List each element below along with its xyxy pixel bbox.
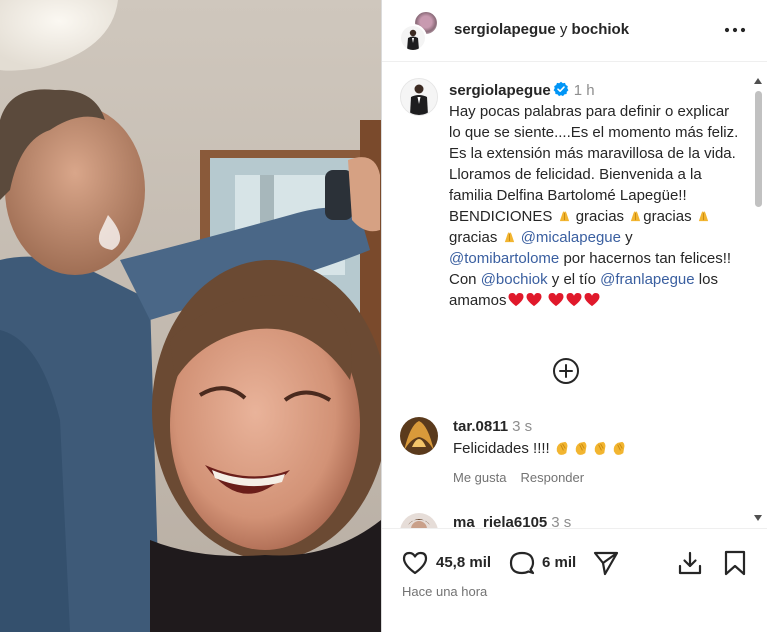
clapping-hands-emoji-icon [575, 441, 587, 455]
mention-bochiok[interactable]: @bochiok [481, 271, 548, 288]
mention-micalapegue[interactable]: @micalapegue [521, 229, 621, 246]
comment-icon[interactable] [508, 549, 536, 577]
caption-time: 1 h [573, 82, 595, 99]
scrollbar-thumb[interactable] [755, 91, 762, 207]
post-details-panel: sergiolapegue y bochiok sergiolapegue 1 h… [381, 0, 767, 632]
caption-username[interactable]: sergiolapegue [449, 82, 551, 99]
share-send-icon[interactable] [592, 549, 620, 577]
authors-conjunction: y [559, 21, 568, 38]
caption-gracias-2: gracias [643, 208, 696, 225]
comment-username[interactable]: ma_riela6105 [453, 514, 547, 528]
comment-like-link[interactable]: Me gusta [453, 470, 506, 485]
comment-text: Felicidades !!!! [453, 440, 554, 457]
avatar-sergiolapegue-small[interactable] [399, 24, 427, 52]
post-caption: sergiolapegue 1 h Hay pocas palabras para… [449, 80, 739, 311]
caption-gracias-1: gracias [571, 208, 629, 225]
red-heart-emoji-icon [584, 292, 600, 307]
avatar-sergiolapegue[interactable] [400, 78, 438, 116]
mention-tomibartolome[interactable]: @tomibartolome [449, 250, 559, 267]
scroll-up-arrow-icon[interactable] [754, 78, 762, 84]
bookmark-icon[interactable] [722, 549, 748, 577]
red-heart-emoji-icon [526, 292, 542, 307]
folded-hands-emoji-icon [504, 232, 514, 243]
comment-reply-link[interactable]: Responder [520, 470, 584, 485]
clapping-hands-emoji-icon [613, 441, 625, 455]
comment-time: 3 s [551, 514, 572, 528]
caption-y: y [621, 229, 633, 246]
caption-gracias-3: gracias [449, 229, 502, 246]
comment-avatar[interactable] [400, 513, 438, 528]
folded-hands-emoji-icon [698, 211, 708, 222]
caption-text: Hay pocas palabras para definir o explic… [449, 103, 739, 225]
folded-hands-emoji-icon [631, 211, 641, 222]
folded-hands-emoji-icon [559, 211, 569, 222]
post-timestamp: Hace una hora [402, 584, 488, 599]
red-heart-emoji-icon [548, 292, 564, 307]
more-horizontal-icon[interactable] [722, 20, 748, 40]
collab-avatars[interactable] [399, 10, 441, 52]
heart-icon[interactable] [401, 549, 429, 577]
scroll-down-arrow-icon[interactable] [754, 515, 762, 521]
post-photo[interactable] [0, 0, 381, 632]
verified-badge-icon [553, 81, 569, 97]
clapping-hands-emoji-icon [556, 441, 568, 455]
comment-username[interactable]: tar.0811 [453, 418, 508, 435]
comment-time: 3 s [512, 418, 533, 435]
post-authors: sergiolapegue y bochiok [454, 21, 629, 38]
author-link-bochiok[interactable]: bochiok [572, 21, 630, 38]
post-header: sergiolapegue y bochiok [382, 0, 767, 62]
clapping-hands-emoji-icon [594, 441, 606, 455]
comments-count[interactable]: 6 mil [542, 554, 576, 571]
comments-scrollbar[interactable] [751, 63, 765, 528]
post-actions-bar: 45,8 mil 6 mil Hace una hora [382, 528, 767, 632]
mention-franlapegue[interactable]: @franlapegue [600, 271, 694, 288]
red-heart-emoji-icon [508, 292, 524, 307]
red-heart-emoji-icon [566, 292, 582, 307]
author-link-sergiolapegue[interactable]: sergiolapegue [454, 21, 556, 38]
likes-count[interactable]: 45,8 mil [436, 554, 491, 571]
plus-circle-icon[interactable] [552, 357, 580, 385]
caption-y-el-tio: y el tío [547, 271, 601, 288]
comments-scroll-area[interactable]: sergiolapegue 1 h Hay pocas palabras para… [382, 63, 767, 528]
download-icon[interactable] [676, 549, 704, 577]
post-photo-image [0, 0, 381, 632]
comment-avatar[interactable] [400, 417, 438, 455]
